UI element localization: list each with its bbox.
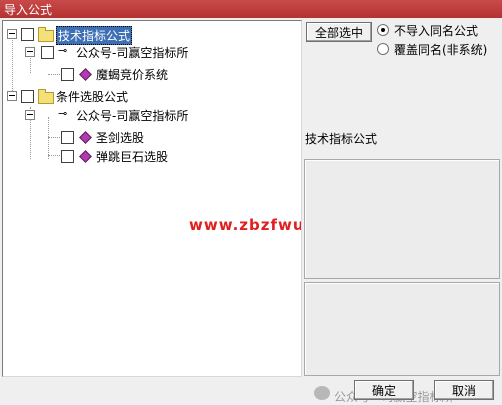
wechat-icon bbox=[314, 386, 330, 400]
radio-no-import[interactable] bbox=[377, 24, 389, 36]
tree-node-formula[interactable]: 弹跳巨石选股 bbox=[3, 147, 293, 165]
tree-node-label: 弹跳巨石选股 bbox=[96, 150, 169, 164]
tree-node-group[interactable]: ⊸ 公众号-司赢空指标所 bbox=[3, 106, 293, 124]
tree-node-label: 魔蝎竞价系统 bbox=[96, 68, 169, 82]
tree-node-formula[interactable]: 魔蝎竞价系统 bbox=[3, 65, 293, 83]
radio-overwrite-label[interactable]: 覆盖同名(非系统) bbox=[394, 41, 487, 58]
folder-icon bbox=[38, 89, 54, 104]
site-watermark: www.zbzfwu.com bbox=[189, 216, 302, 234]
formula-icon bbox=[79, 150, 92, 163]
radio-overwrite[interactable] bbox=[377, 43, 389, 55]
tree-node-folder[interactable]: 技术指标公式 bbox=[3, 25, 293, 45]
key-icon: ⊸ bbox=[58, 44, 68, 57]
select-all-button[interactable]: 全部选中 bbox=[306, 22, 372, 42]
window-title: 导入公式 bbox=[4, 3, 53, 17]
formula-icon bbox=[79, 68, 92, 81]
key-icon: ⊸ bbox=[58, 107, 68, 120]
collapse-icon[interactable] bbox=[7, 91, 17, 101]
preview-panel bbox=[304, 282, 500, 376]
radio-no-import-label[interactable]: 不导入同名公式 bbox=[394, 22, 478, 39]
tree-node-formula[interactable]: 圣剑选股 bbox=[3, 128, 293, 146]
tree-node-label: 公众号-司赢空指标所 bbox=[76, 109, 189, 123]
title-bar: 导入公式 bbox=[0, 0, 502, 18]
dialog-client: 技术指标公式 ⊸ 公众号-司赢空指标所 魔蝎竞价系统 条件选股公式 ⊸ 公众号-… bbox=[0, 18, 502, 404]
tree-checkbox[interactable] bbox=[61, 68, 74, 81]
ok-button[interactable]: 确定 bbox=[354, 380, 414, 400]
tree-node-group[interactable]: ⊸ 公众号-司赢空指标所 bbox=[3, 43, 293, 61]
formula-tree[interactable]: 技术指标公式 ⊸ 公众号-司赢空指标所 魔蝎竞价系统 条件选股公式 ⊸ 公众号-… bbox=[2, 20, 302, 377]
tree-checkbox[interactable] bbox=[61, 150, 74, 163]
tree-checkbox[interactable] bbox=[61, 131, 74, 144]
tree-checkbox[interactable] bbox=[21, 90, 34, 103]
collapse-icon[interactable] bbox=[7, 29, 17, 39]
tree-node-folder[interactable]: 条件选股公式 bbox=[3, 87, 293, 105]
collapse-icon[interactable] bbox=[25, 110, 35, 120]
description-panel bbox=[304, 159, 500, 279]
info-label: 技术指标公式 bbox=[305, 132, 378, 146]
formula-icon bbox=[79, 131, 92, 144]
tree-node-label: 条件选股公式 bbox=[56, 90, 129, 104]
cancel-button[interactable]: 取消 bbox=[434, 380, 494, 400]
tree-node-label: 圣剑选股 bbox=[96, 131, 145, 145]
tree-node-label: 公众号-司赢空指标所 bbox=[76, 46, 189, 60]
tree-checkbox[interactable] bbox=[21, 28, 34, 41]
tree-checkbox[interactable] bbox=[41, 46, 54, 59]
collapse-icon[interactable] bbox=[25, 47, 35, 57]
folder-icon bbox=[38, 27, 54, 42]
